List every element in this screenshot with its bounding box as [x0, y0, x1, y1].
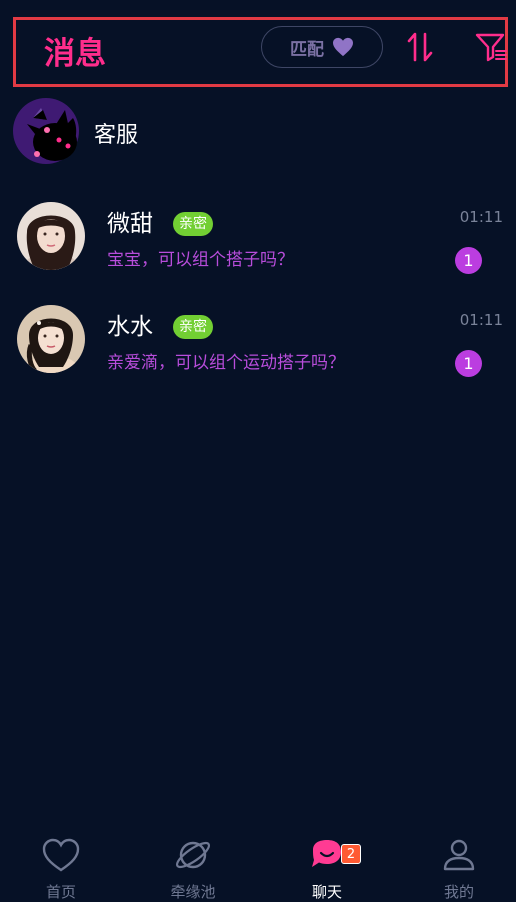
intimacy-badge: 亲密 [173, 212, 213, 236]
sort-icon[interactable] [403, 30, 437, 64]
tab-label: 聊天 [311, 883, 342, 901]
person-icon [443, 839, 475, 871]
planet-icon [175, 841, 211, 869]
cat-avatar [13, 98, 79, 164]
intimacy-badge: 亲密 [173, 315, 213, 339]
chat-preview: 亲爱滴，可以组个运动搭子吗？ [107, 353, 345, 373]
tab-matchpool[interactable]: 牵缘池 [143, 830, 243, 902]
message-header: 消息 匹配 [13, 17, 508, 87]
chat-time: 01:11 [459, 208, 503, 226]
user-avatar [17, 305, 85, 373]
unread-count: 1 [455, 350, 482, 377]
heart-outline-icon [42, 838, 80, 872]
chat-unread-badge: 2 [341, 844, 361, 864]
chat-item[interactable]: 微甜 亲密 01:11 宝宝，可以组个搭子吗？ 1 [0, 202, 516, 282]
user-avatar [17, 202, 85, 270]
chat-item[interactable]: 水水 亲密 01:11 亲爱滴，可以组个运动搭子吗？ 1 [0, 305, 516, 385]
match-button[interactable]: 匹配 [261, 26, 383, 68]
customer-service-name: 客服 [94, 123, 139, 148]
page-title: 消息 [44, 36, 106, 72]
filter-icon[interactable] [474, 30, 508, 64]
tab-chat[interactable]: 2 聊天 [277, 830, 377, 902]
tab-home[interactable]: 首页 [11, 830, 111, 902]
chat-time: 01:11 [459, 311, 503, 329]
tab-label: 首页 [45, 883, 76, 901]
chat-preview: 宝宝，可以组个搭子吗？ [107, 250, 294, 270]
tab-profile[interactable]: 我的 [409, 830, 509, 902]
chat-name: 微甜 [107, 211, 153, 237]
bottom-tab-bar: 首页 牵缘池 2 聊天 我的 [0, 830, 516, 902]
chat-name: 水水 [107, 314, 153, 340]
tab-label: 牵缘池 [170, 883, 216, 901]
unread-count: 1 [455, 247, 482, 274]
customer-service-row[interactable]: 客服 [0, 98, 516, 166]
heart-icon [333, 37, 353, 57]
tab-label: 我的 [443, 883, 474, 901]
match-label: 匹配 [290, 39, 324, 60]
